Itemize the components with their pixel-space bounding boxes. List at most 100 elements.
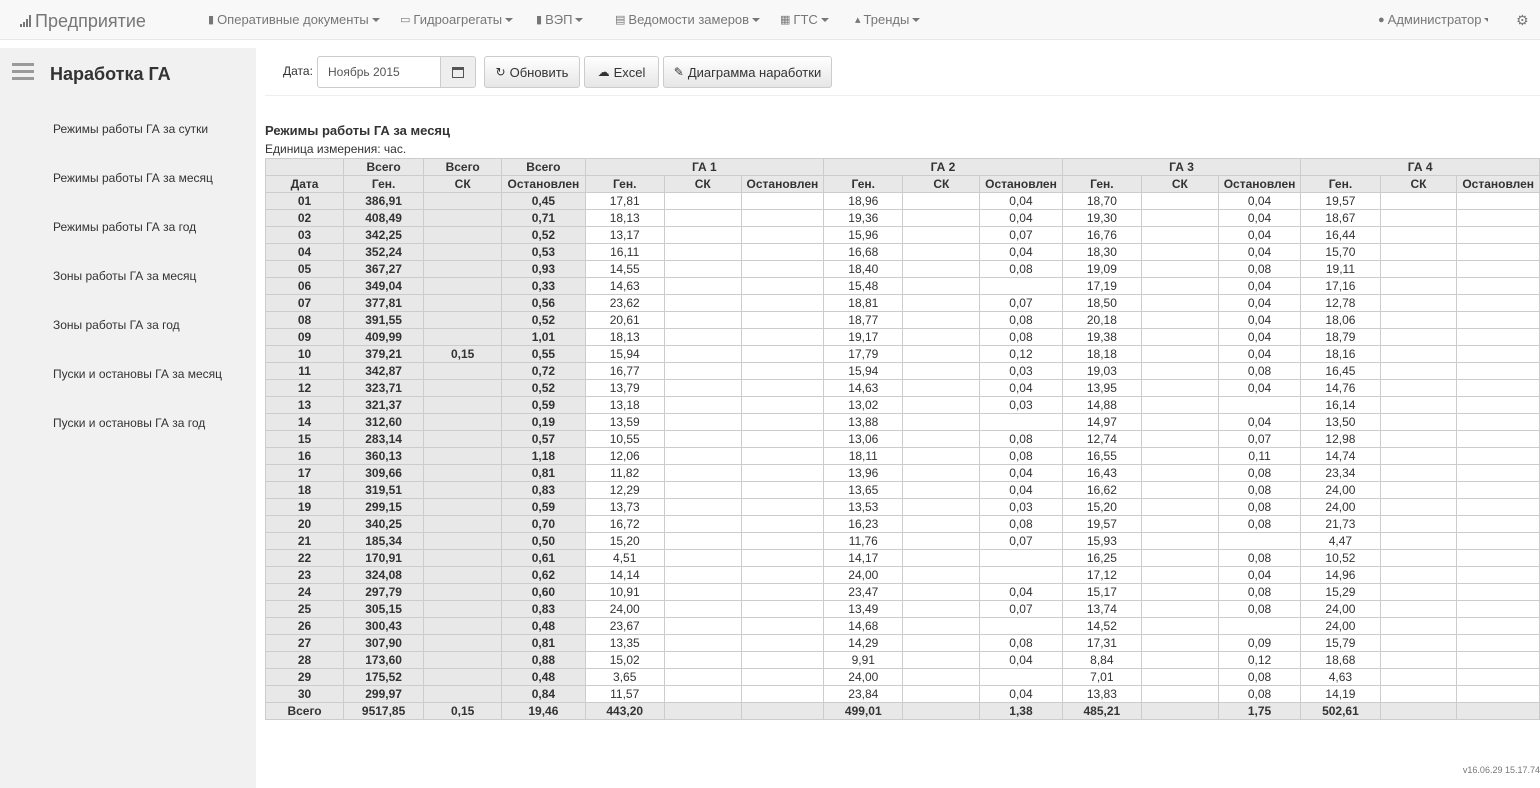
table-cell: 14,55 — [584, 260, 665, 278]
nav-item-trends[interactable]: ▴ Тренды — [855, 12, 921, 27]
table-cell — [1379, 532, 1458, 550]
table-cell: 18,68 — [1300, 651, 1381, 669]
table-cell — [1217, 617, 1302, 635]
table-cell: 485,21 — [1061, 702, 1142, 720]
table-cell: 0,08 — [979, 447, 1063, 465]
hamburger-menu-icon[interactable] — [12, 63, 34, 84]
table-cell: 13,53 — [823, 498, 904, 516]
report-table-container[interactable]: Всего Всего Всего ГА 1 ГА 2 ГА 3 ГА 4 Да… — [265, 158, 1540, 720]
table-cell: 0,08 — [979, 328, 1063, 346]
table-row: 27 307,90 0,81 13,35 14,29 0,08 17,31 0,09 15,79 — [265, 634, 1540, 652]
table-cell: 24,00 — [823, 668, 904, 686]
brand[interactable]: Предприятие — [20, 9, 146, 33]
table-cell: 0,07 — [979, 600, 1063, 618]
table-cell: 11,76 — [823, 532, 904, 550]
caret-down-icon — [575, 17, 584, 22]
table-cell — [423, 328, 503, 346]
nav-item-hydro-units[interactable]: ▭ Гидроагрегаты — [400, 12, 514, 27]
table-cell — [902, 277, 981, 295]
table-cell: 18,40 — [823, 260, 904, 278]
table-cell — [740, 515, 825, 533]
sidebar-item-yearly-modes[interactable]: Режимы работы ГА за год — [53, 220, 196, 234]
table-cell: 0,15 — [423, 702, 503, 720]
sidebar-item-daily-modes[interactable]: Режимы работы ГА за сутки — [53, 122, 208, 136]
table-cell — [1456, 685, 1540, 703]
table-cell: 0,81 — [501, 464, 586, 482]
table-cell: 0,62 — [501, 566, 586, 584]
refresh-button[interactable]: ↻ Обновить — [484, 56, 580, 88]
header-cell: Остановлен — [979, 175, 1063, 193]
table-cell: 18,11 — [823, 447, 904, 465]
user-name: Администратор — [1387, 12, 1482, 27]
table-cell: 379,21 — [343, 345, 425, 363]
table-cell — [740, 362, 825, 380]
nav-item-measurements[interactable]: ▤ Ведомости замеров — [615, 12, 761, 27]
table-cell — [1140, 226, 1219, 244]
table-cell: 13,74 — [1061, 600, 1142, 618]
calendar-button[interactable] — [440, 56, 476, 88]
table-cell: 20,61 — [584, 311, 665, 329]
table-cell — [1456, 600, 1540, 618]
sidebar-item-yearly-starts[interactable]: Пуски и остановы ГА за год — [53, 416, 205, 430]
caret-down-icon — [505, 17, 514, 22]
table-cell — [740, 226, 825, 244]
table-cell: 300,43 — [343, 617, 425, 635]
excel-button[interactable]: ☁ Excel — [584, 56, 659, 88]
table-cell — [423, 481, 503, 499]
caret-down-icon — [752, 17, 761, 22]
table-cell — [902, 583, 981, 601]
nav-item-vep[interactable]: ▮ ВЭП — [536, 12, 584, 27]
date-cell: 13 — [265, 396, 345, 414]
table-cell: 14,19 — [1300, 685, 1381, 703]
table-cell — [1456, 617, 1540, 635]
diagram-button[interactable]: ✎ Диаграмма наработки — [663, 56, 832, 88]
date-cell: Всего — [265, 702, 345, 720]
table-cell: 0,12 — [979, 345, 1063, 363]
date-input[interactable]: Ноябрь 2015 — [317, 56, 441, 88]
table-cell — [1456, 702, 1540, 720]
table-cell: 17,16 — [1300, 277, 1381, 295]
gear-icon[interactable]: ⚙ — [1516, 12, 1529, 29]
sidebar-item-monthly-modes[interactable]: Режимы работы ГА за месяц — [53, 171, 213, 185]
table-cell — [663, 481, 742, 499]
table-cell: 18,06 — [1300, 311, 1381, 329]
date-cell: 03 — [265, 226, 345, 244]
table-cell — [740, 311, 825, 329]
table-cell — [663, 430, 742, 448]
table-cell: 15,96 — [823, 226, 904, 244]
caret-down-icon — [371, 17, 380, 22]
table-cell — [663, 685, 742, 703]
table-row: 02 408,49 0,71 18,13 19,36 0,04 19,30 0,04 18,67 — [265, 209, 1540, 227]
nav-label: Ведомости замеров — [628, 12, 750, 27]
nav-user-menu[interactable]: ● Администратор — [1378, 12, 1488, 27]
table-cell — [423, 634, 503, 652]
table-cell: 14,63 — [584, 277, 665, 295]
excel-label: Excel — [613, 64, 646, 80]
sidebar-item-yearly-zones[interactable]: Зоны работы ГА за год — [53, 318, 180, 332]
table-cell — [423, 515, 503, 533]
table-row: 08 391,55 0,52 20,61 18,77 0,08 20,18 0,04 18,06 — [265, 311, 1540, 329]
table-cell — [740, 447, 825, 465]
table-cell: 24,00 — [584, 600, 665, 618]
date-cell: 04 — [265, 243, 345, 261]
sidebar-item-monthly-zones[interactable]: Зоны работы ГА за месяц — [53, 269, 196, 283]
table-cell: 12,98 — [1300, 430, 1381, 448]
table-cell — [740, 209, 825, 227]
table-cell: 23,67 — [584, 617, 665, 635]
table-cell: 19,57 — [1061, 515, 1142, 533]
sidebar-item-monthly-starts[interactable]: Пуски и остановы ГА за месяц — [53, 367, 222, 381]
table-cell — [423, 311, 503, 329]
table-cell: 1,38 — [979, 702, 1063, 720]
table-cell — [1140, 685, 1219, 703]
table-cell: 0,50 — [501, 532, 586, 550]
nav-item-operational-docs[interactable]: ▮ Оперативные документы — [208, 12, 380, 27]
table-cell: 15,94 — [823, 362, 904, 380]
table-cell — [1379, 515, 1458, 533]
table-cell — [423, 413, 503, 431]
table-cell — [902, 464, 981, 482]
table-cell — [740, 583, 825, 601]
table-cell — [663, 549, 742, 567]
table-cell — [1456, 583, 1540, 601]
table-cell: 0,45 — [501, 192, 586, 210]
nav-item-gts[interactable]: ▦ ГТС — [780, 12, 829, 27]
